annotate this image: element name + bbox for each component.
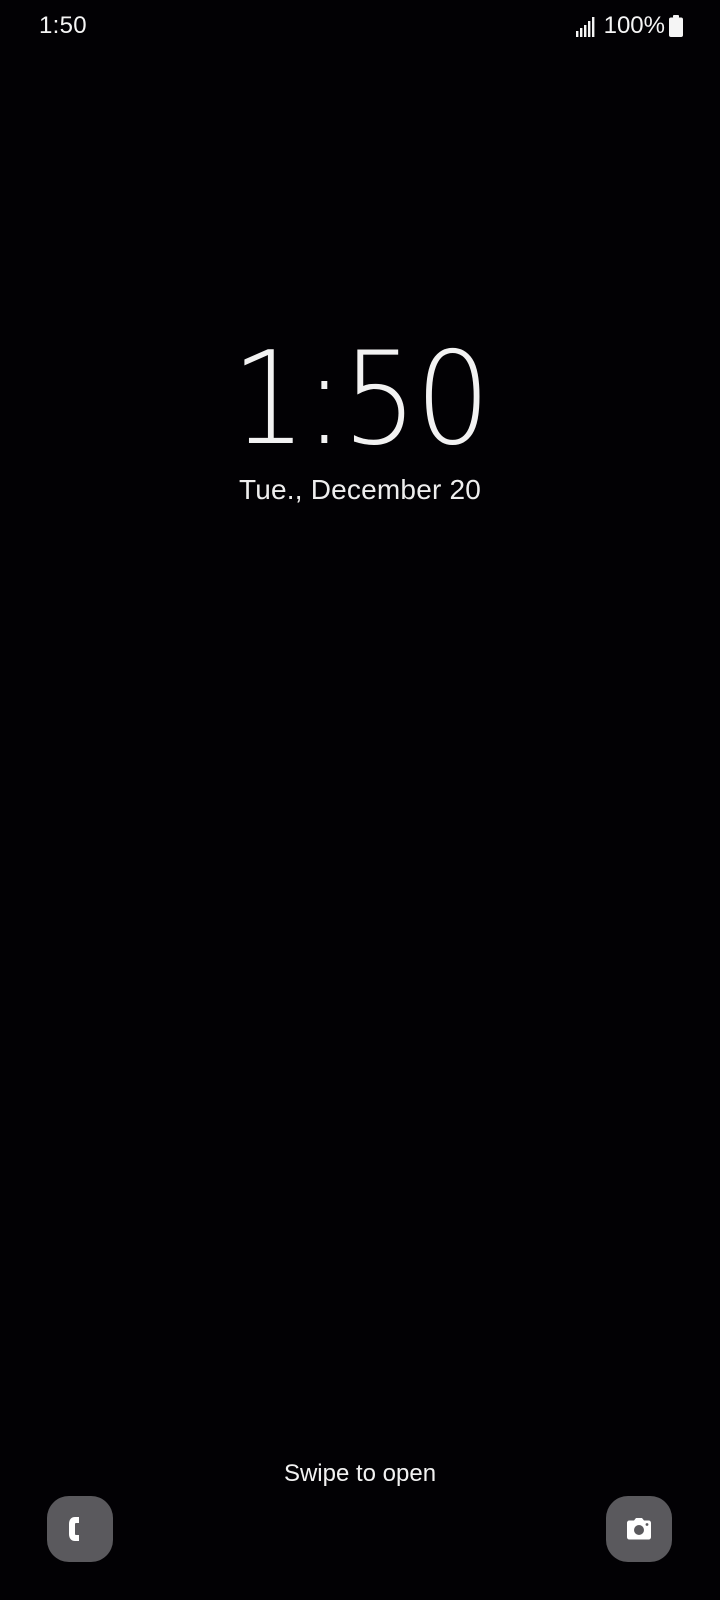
status-indicators: 100% [575, 12, 683, 40]
status-time: 1:50 [39, 12, 87, 39]
lock-screen: 1:50 100% 1:50 Tue., December 20 Swipe t… [0, 0, 720, 1600]
phone-shortcut-button[interactable] [47, 1496, 113, 1562]
signal-icon [575, 17, 595, 37]
phone-icon [69, 1517, 79, 1541]
lock-date: Tue., December 20 [238, 474, 482, 505]
battery-icon [669, 15, 683, 37]
lock-clock: 1:50 [231, 325, 490, 474]
swipe-hint: Swipe to open [283, 1460, 437, 1487]
camera-shortcut-button[interactable] [606, 1496, 672, 1562]
battery-percent: 100% [603, 12, 665, 39]
status-bar: 1:50 100% [0, 0, 720, 52]
camera-icon [627, 1518, 651, 1540]
